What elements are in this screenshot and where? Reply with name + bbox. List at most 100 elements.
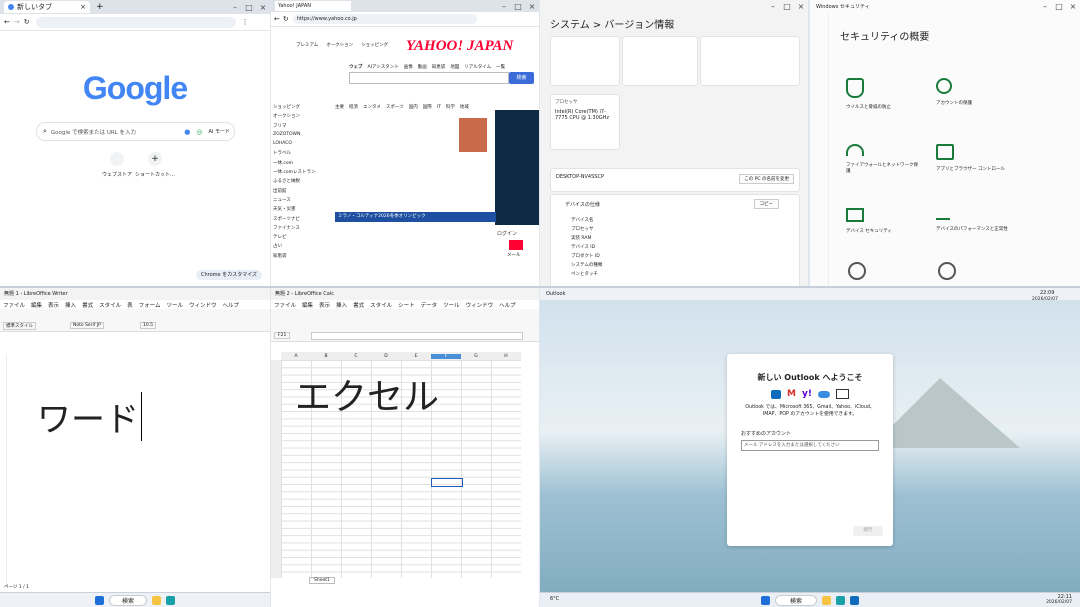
column-header[interactable]: D bbox=[371, 354, 401, 359]
menu-item[interactable]: ヘルプ bbox=[219, 301, 242, 309]
security-tile[interactable]: デバイス セキュリティ bbox=[840, 202, 920, 252]
close-window-icon[interactable]: × bbox=[794, 2, 808, 11]
menu-item[interactable]: ヘルプ bbox=[496, 301, 519, 309]
edge-icon[interactable] bbox=[836, 595, 845, 605]
continue-button[interactable]: 続行 bbox=[853, 526, 883, 536]
back-icon[interactable]: ← bbox=[4, 18, 10, 26]
back-icon[interactable]: ← bbox=[274, 15, 280, 23]
yahoo-search-tab[interactable]: 動画 bbox=[418, 64, 427, 70]
column-header[interactable]: F bbox=[431, 353, 461, 359]
lens-icon[interactable]: ◎ bbox=[196, 128, 202, 136]
sidebar-item[interactable]: オークション bbox=[273, 113, 331, 122]
taskbar-search[interactable]: 検索 bbox=[108, 594, 147, 606]
yahoo-search-tab[interactable]: 知恵袋 bbox=[432, 64, 446, 70]
menu-item[interactable]: ウィンドウ bbox=[463, 301, 497, 309]
reload-icon[interactable]: ↻ bbox=[24, 18, 30, 26]
rename-pc-button[interactable]: この PC の名前を変更 bbox=[739, 174, 794, 184]
close-window-icon[interactable]: × bbox=[1066, 2, 1080, 11]
menu-item[interactable]: ツール bbox=[163, 301, 186, 309]
family-icon[interactable] bbox=[848, 262, 866, 280]
sidebar-item[interactable]: 一休.com bbox=[273, 160, 331, 169]
menu-item[interactable]: スタイル bbox=[96, 301, 124, 309]
news-tab[interactable]: エンタメ bbox=[363, 104, 381, 110]
google-search-box[interactable]: ⌕ Google で検索または URL を入力 ● ◎ AI モード bbox=[36, 122, 235, 141]
news-tab[interactable]: 科学 bbox=[446, 104, 455, 110]
reload-icon[interactable]: ↻ bbox=[283, 15, 289, 23]
yahoo-search-tab[interactable]: 画像 bbox=[404, 64, 413, 70]
sidebar-item[interactable]: 天気・災害 bbox=[273, 206, 331, 215]
sidebar-item[interactable]: ふるさと納税 bbox=[273, 178, 331, 187]
sidebar-item[interactable]: フリマ bbox=[273, 123, 331, 132]
start-icon[interactable] bbox=[94, 595, 104, 605]
sidebar-item[interactable]: 占い bbox=[273, 243, 331, 252]
news-tab[interactable]: 国際 bbox=[423, 104, 432, 110]
explorer-icon[interactable] bbox=[822, 595, 831, 605]
new-tab-icon[interactable]: + bbox=[96, 2, 104, 12]
sheet-tab[interactable]: Sheet1 bbox=[309, 577, 335, 584]
close-window-icon[interactable]: × bbox=[256, 3, 270, 12]
sidebar-item[interactable]: 一休.comレストラン bbox=[273, 169, 331, 178]
shortcut-webstore[interactable]: ウェブストア bbox=[100, 152, 134, 178]
menu-icon[interactable]: ⋮ bbox=[242, 18, 249, 26]
weather[interactable]: 6°C bbox=[550, 596, 559, 602]
yahoo-nav-item[interactable]: オークション bbox=[326, 42, 353, 48]
chrome-tab[interactable]: 新しいタブ × bbox=[4, 1, 90, 13]
news-tab[interactable]: スポーツ bbox=[386, 104, 404, 110]
yahoo-search-button[interactable]: 検索 bbox=[509, 72, 534, 84]
sidebar-item[interactable]: テレビ bbox=[273, 234, 331, 243]
menu-item[interactable]: 挿入 bbox=[62, 301, 79, 309]
menu-item[interactable]: 表 bbox=[124, 301, 136, 309]
login-button[interactable]: ログイン bbox=[497, 230, 517, 237]
menu-item[interactable]: 書式 bbox=[79, 301, 96, 309]
news-tab[interactable]: 主要 bbox=[335, 104, 344, 110]
menu-item[interactable]: シート bbox=[395, 301, 418, 309]
yahoo-ad-banner[interactable] bbox=[495, 110, 539, 225]
news-tab[interactable]: 国内 bbox=[409, 104, 418, 110]
sidebar-item[interactable]: ファイナンス bbox=[273, 225, 331, 234]
menu-item[interactable]: ウィンドウ bbox=[186, 301, 220, 309]
column-header[interactable]: B bbox=[311, 354, 341, 359]
chrome-omnibox[interactable] bbox=[35, 16, 236, 28]
taskbar-search[interactable]: 検索 bbox=[774, 594, 817, 606]
yahoo-search-tab[interactable]: 一覧 bbox=[496, 64, 505, 70]
yahoo-nav-item[interactable]: ショッピング bbox=[361, 42, 388, 48]
news-tab[interactable]: IT bbox=[437, 105, 441, 110]
security-tile[interactable]: デバイスのパフォーマンスと正常性 bbox=[930, 202, 1010, 252]
yahoo-search-tab[interactable]: リアルタイム bbox=[464, 64, 491, 70]
news-tab[interactable]: 地域 bbox=[460, 104, 469, 110]
start-icon[interactable] bbox=[760, 595, 770, 605]
close-window-icon[interactable]: × bbox=[525, 2, 539, 11]
news-image[interactable] bbox=[459, 118, 487, 152]
sidebar-item[interactable]: LOHACO bbox=[273, 141, 331, 150]
customize-chrome-button[interactable]: Chrome をカスタマイズ bbox=[196, 270, 263, 280]
sidebar-item[interactable]: スポーツナビ bbox=[273, 216, 331, 225]
account-input[interactable]: メール アドレスを入力または選択してください bbox=[741, 440, 879, 452]
outlook-taskbar-icon[interactable] bbox=[850, 595, 859, 605]
sidebar-item[interactable]: トラベル bbox=[273, 150, 331, 159]
yahoo-tab[interactable]: Yahoo! JAPAN bbox=[275, 1, 351, 11]
history-icon[interactable] bbox=[938, 262, 956, 280]
menu-item[interactable]: 挿入 bbox=[333, 301, 350, 309]
menu-item[interactable]: スタイル bbox=[367, 301, 395, 309]
yahoo-search-tab[interactable]: AIアシスタント bbox=[368, 64, 399, 70]
news-tab[interactable]: 経済 bbox=[349, 104, 358, 110]
edge-icon[interactable] bbox=[166, 595, 175, 605]
sidebar-item[interactable]: ZOZOTOWN bbox=[273, 132, 331, 141]
maximize-icon[interactable]: □ bbox=[511, 2, 525, 11]
minimize-icon[interactable]: – bbox=[228, 3, 242, 12]
menu-item[interactable]: ファイル bbox=[0, 301, 28, 309]
writer-document[interactable]: ワード bbox=[6, 354, 251, 586]
minimize-icon[interactable]: – bbox=[766, 2, 780, 11]
security-tile[interactable]: ファイアウォールとネットワーク保護 bbox=[840, 138, 920, 193]
menu-item[interactable]: 編集 bbox=[299, 301, 316, 309]
menu-item[interactable]: 編集 bbox=[28, 301, 45, 309]
yahoo-search-input[interactable] bbox=[349, 72, 509, 84]
column-header[interactable]: H bbox=[491, 354, 521, 359]
maximize-icon[interactable]: □ bbox=[780, 2, 794, 11]
menu-item[interactable]: 表示 bbox=[316, 301, 333, 309]
copy-button[interactable]: コピー bbox=[753, 199, 779, 209]
yahoo-nav-item[interactable]: プレミアム bbox=[296, 42, 318, 48]
close-icon[interactable]: × bbox=[80, 3, 86, 11]
menu-item[interactable]: フォーム bbox=[136, 301, 164, 309]
ai-mode-button[interactable]: AI モード bbox=[209, 128, 231, 135]
